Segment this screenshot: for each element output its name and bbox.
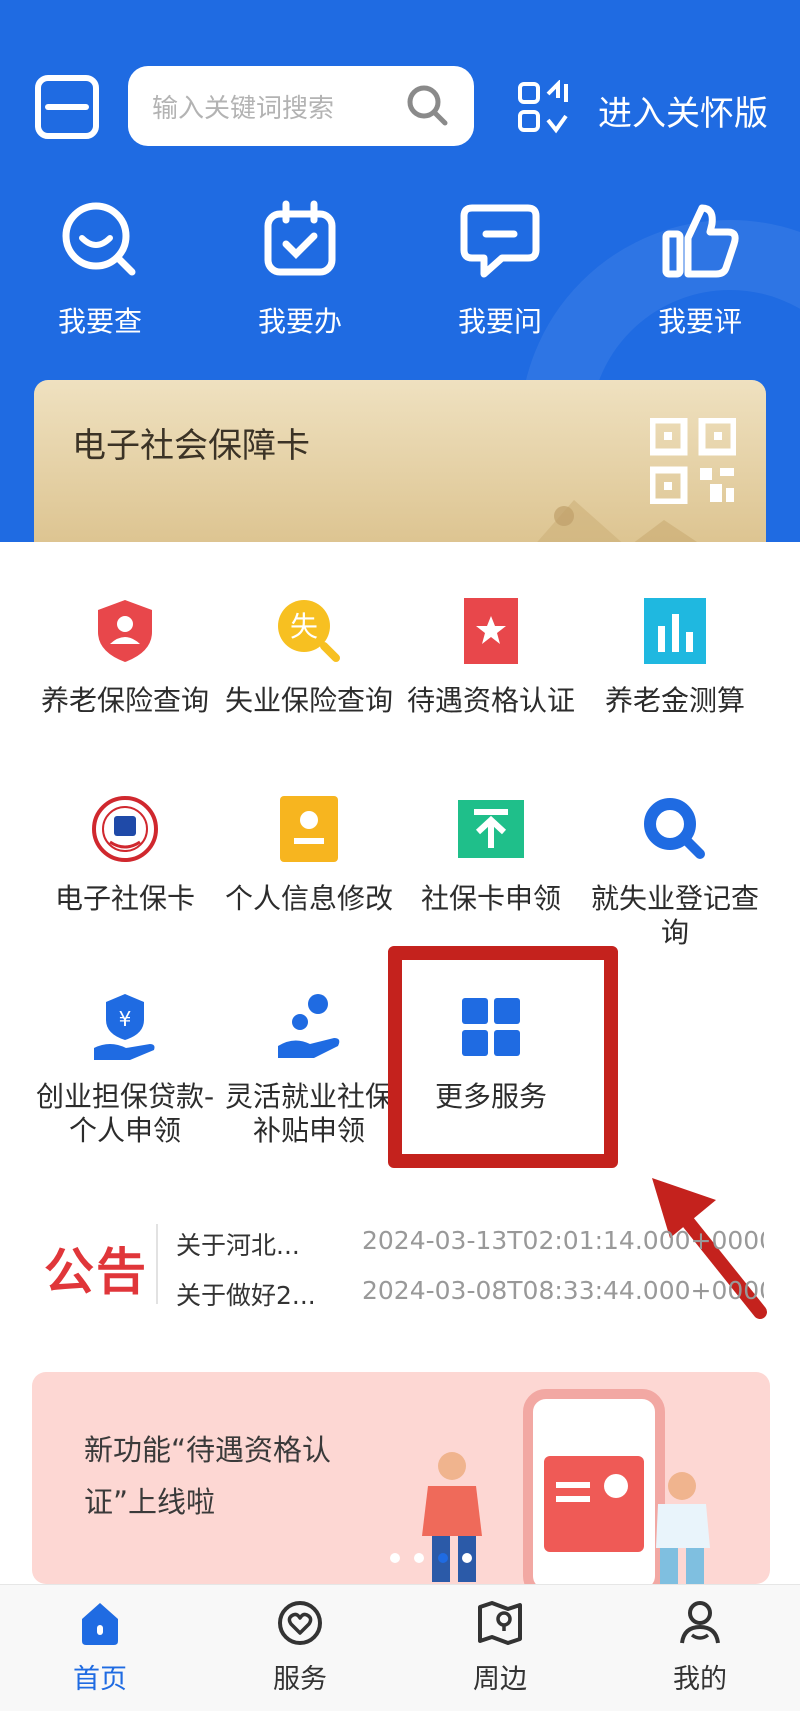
home-icon bbox=[82, 1603, 118, 1645]
upload-icon bbox=[458, 800, 524, 858]
nav-label: 周边 bbox=[473, 1664, 527, 1695]
banner-text: 新功能“待遇资格认证”上线啦 bbox=[84, 1433, 332, 1519]
quick-action-query[interactable]: 我要查 bbox=[10, 198, 190, 340]
notice-title[interactable]: 关于做好2... bbox=[176, 1276, 316, 1312]
highlight-box bbox=[388, 946, 618, 1168]
nav-label: 我的 bbox=[673, 1664, 727, 1695]
service-flexible-subsidy[interactable]: 灵活就业社保补贴申领 bbox=[218, 992, 400, 1148]
service-label: 养老金测算 bbox=[604, 684, 745, 717]
service-label: 失业保险查询 bbox=[224, 684, 393, 717]
social-security-seal-icon bbox=[92, 796, 158, 862]
search-icon[interactable] bbox=[404, 82, 450, 128]
service-pension-query[interactable]: 养老保险查询 bbox=[34, 596, 216, 718]
notice-label: 公告 bbox=[44, 1243, 148, 1301]
notice-divider bbox=[156, 1224, 158, 1304]
carousel-dot[interactable] bbox=[390, 1553, 400, 1563]
hand-coin-icon bbox=[278, 994, 340, 1058]
carousel-dot-active[interactable] bbox=[438, 1553, 448, 1563]
star-doc-icon bbox=[464, 598, 518, 664]
quick-action-label: 我要查 bbox=[57, 305, 142, 338]
search-bar[interactable]: 输入关键词搜索 bbox=[128, 66, 474, 146]
svg-text:¥: ¥ bbox=[119, 1007, 132, 1031]
nav-label: 服务 bbox=[273, 1664, 327, 1695]
service-e-social-card[interactable]: 电子社保卡 bbox=[34, 794, 216, 916]
nav-services[interactable]: 服务 bbox=[220, 1599, 380, 1696]
carousel-dot[interactable] bbox=[462, 1553, 472, 1563]
service-label: 养老保险查询 bbox=[40, 684, 209, 717]
carousel-dots[interactable] bbox=[390, 1548, 486, 1567]
search-placeholder: 输入关键词搜索 bbox=[152, 94, 335, 124]
calendar-check-icon bbox=[264, 200, 336, 276]
bar-chart-icon bbox=[644, 598, 706, 664]
scan-icon[interactable] bbox=[34, 74, 100, 140]
service-label: 个人信息修改 bbox=[224, 882, 393, 915]
social-security-card[interactable]: 电子社会保障卡 bbox=[34, 380, 766, 550]
search-face-icon bbox=[62, 202, 136, 276]
service-startup-loan[interactable]: ¥ 创业担保贷款-个人申领 bbox=[34, 992, 216, 1148]
service-eligibility-cert[interactable]: 待遇资格认证 bbox=[400, 596, 582, 718]
care-mode-icon[interactable] bbox=[516, 80, 570, 134]
card-title: 电子社会保障卡 bbox=[72, 426, 310, 466]
service-employment-registration[interactable]: 就失业登记查询 bbox=[584, 794, 766, 950]
user-icon bbox=[680, 1601, 720, 1644]
quick-action-handle[interactable]: 我要办 bbox=[210, 198, 390, 340]
search-icon bbox=[644, 798, 705, 859]
id-card-icon bbox=[280, 796, 338, 862]
notice-date: 2024-03-08T08:33:44.000+0000 bbox=[362, 1276, 764, 1305]
notice-title[interactable]: 关于河北... bbox=[176, 1226, 300, 1262]
service-pension-calc[interactable]: 养老金测算 bbox=[584, 596, 766, 718]
carousel-dot[interactable] bbox=[414, 1553, 424, 1563]
bottom-nav: 首页 服务 周边 我的 bbox=[0, 1584, 800, 1711]
service-label: 待遇资格认证 bbox=[406, 684, 575, 717]
shield-person-icon bbox=[98, 600, 152, 662]
notice-date: 2024-03-13T02:01:14.000+0000 bbox=[362, 1226, 764, 1255]
svg-text:失: 失 bbox=[290, 610, 318, 643]
service-label: 就失业登记查询 bbox=[590, 882, 759, 949]
magnifier-icon: 失 bbox=[278, 600, 340, 662]
quick-action-rate[interactable]: 我要评 bbox=[610, 198, 790, 340]
service-label: 灵活就业社保补贴申领 bbox=[224, 1080, 393, 1147]
chat-bubble-icon bbox=[460, 204, 540, 278]
card-decoration bbox=[530, 500, 709, 550]
service-profile-edit[interactable]: 个人信息修改 bbox=[218, 794, 400, 916]
hand-yen-icon: ¥ bbox=[94, 994, 155, 1060]
nav-nearby[interactable]: 周边 bbox=[420, 1599, 580, 1696]
nav-label: 首页 bbox=[73, 1664, 127, 1695]
thumbs-up-icon bbox=[662, 204, 739, 278]
nav-home[interactable]: 首页 bbox=[20, 1599, 180, 1696]
quick-action-ask[interactable]: 我要问 bbox=[410, 198, 590, 340]
quick-action-label: 我要办 bbox=[257, 305, 342, 338]
promo-banner[interactable]: 新功能“待遇资格认证”上线啦 bbox=[32, 1372, 770, 1584]
quick-action-label: 我要评 bbox=[657, 305, 742, 338]
map-pin-icon bbox=[478, 1601, 522, 1645]
care-mode-link[interactable]: 进入关怀版 bbox=[598, 86, 768, 135]
quick-action-label: 我要问 bbox=[457, 305, 542, 338]
service-label: 创业担保贷款-个人申领 bbox=[35, 1080, 215, 1147]
nav-mine[interactable]: 我的 bbox=[620, 1599, 780, 1696]
service-label: 社保卡申领 bbox=[420, 882, 561, 915]
service-label: 电子社保卡 bbox=[54, 882, 195, 915]
heart-circle-icon bbox=[278, 1601, 322, 1645]
service-card-apply[interactable]: 社保卡申领 bbox=[400, 794, 582, 916]
service-unemployment-query[interactable]: 失 失业保险查询 bbox=[218, 596, 400, 718]
